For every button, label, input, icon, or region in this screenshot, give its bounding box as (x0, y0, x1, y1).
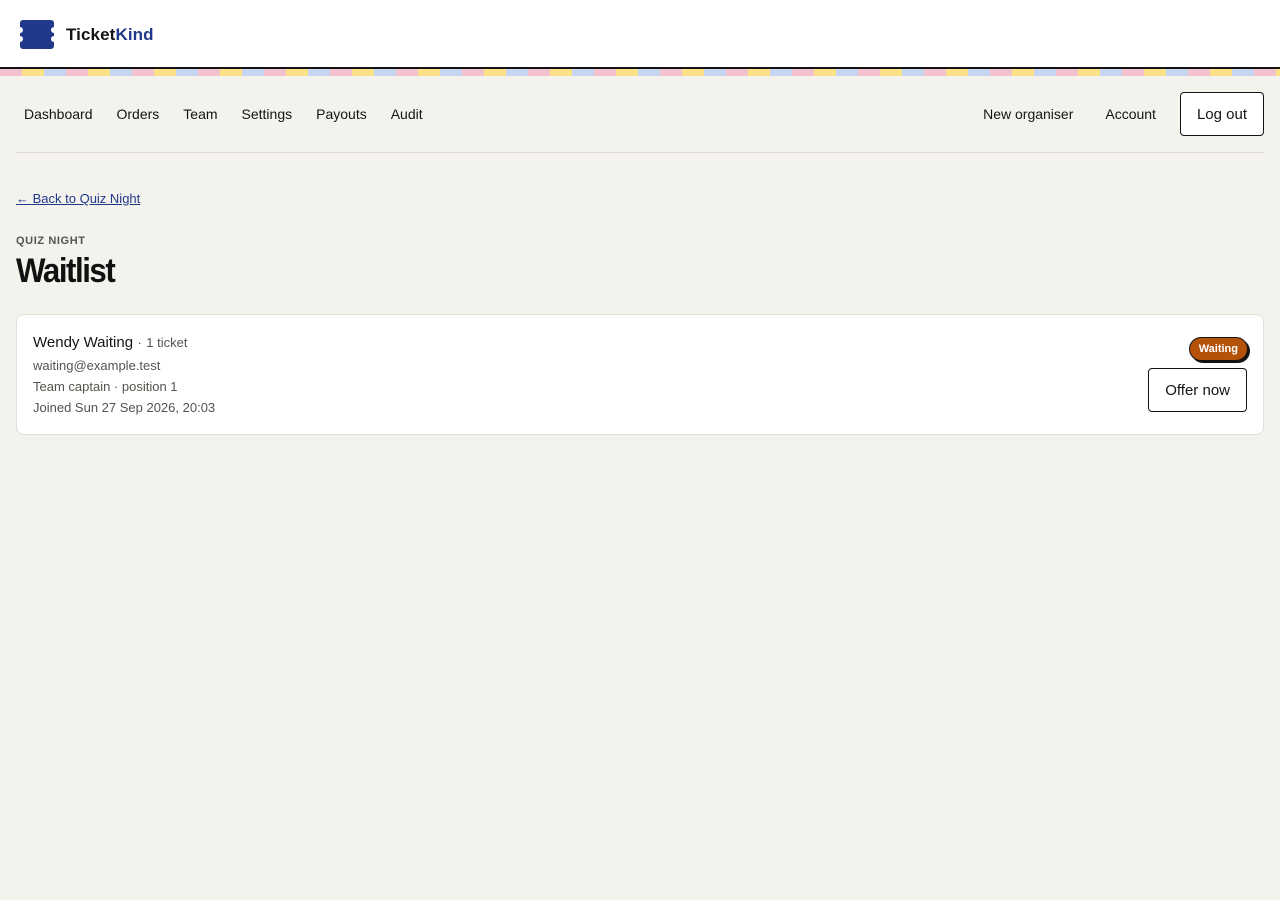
nav-item-audit[interactable]: Audit (383, 106, 431, 122)
brand-name: TicketKind (66, 25, 154, 45)
decorative-stripe (0, 69, 1280, 76)
nav-primary: Dashboard Orders Team Settings Payouts A… (16, 92, 439, 136)
nav-item-payouts[interactable]: Payouts (308, 106, 375, 122)
brand-name-part1: Ticket (66, 24, 116, 44)
logout-button[interactable]: Log out (1179, 92, 1264, 136)
page-title: Waitlist (16, 252, 116, 290)
top-header: TicketKind (0, 0, 1280, 69)
status-badge: Waiting (1188, 337, 1248, 361)
entry-separator: · (137, 335, 142, 350)
brand-logo[interactable]: TicketKind (20, 20, 154, 49)
entry-ticket-count: 1 ticket (146, 335, 188, 350)
brand-name-part2: Kind (115, 24, 154, 44)
nav-item-settings[interactable]: Settings (234, 106, 301, 122)
entry-email: waiting@example.test (33, 358, 161, 373)
nav-secondary: New organiser Account Log out (975, 92, 1264, 136)
offer-now-button[interactable]: Offer now (1148, 368, 1247, 412)
event-eyebrow: QUIZ NIGHT (16, 235, 86, 247)
entry-header: Wendy Waiting · 1 ticket (33, 334, 187, 352)
nav-item-orders[interactable]: Orders (109, 106, 168, 122)
main-nav: Dashboard Orders Team Settings Payouts A… (16, 92, 1264, 136)
entry-joined-date: Joined Sun 27 Sep 2026, 20:03 (33, 400, 216, 415)
nav-item-dashboard[interactable]: Dashboard (16, 106, 101, 122)
entry-role-position: Team captain · position 1 (33, 379, 178, 394)
nav-item-team[interactable]: Team (175, 106, 225, 122)
ticket-icon (20, 20, 54, 49)
entry-name: Wendy Waiting (33, 334, 134, 351)
nav-item-account[interactable]: Account (1097, 106, 1164, 122)
nav-item-new-organiser[interactable]: New organiser (975, 106, 1081, 122)
waitlist-entry-card: Wendy Waiting · 1 ticket waiting@example… (16, 314, 1264, 435)
back-link[interactable]: ← Back to Quiz Night (16, 191, 140, 206)
nav-divider (16, 152, 1264, 153)
